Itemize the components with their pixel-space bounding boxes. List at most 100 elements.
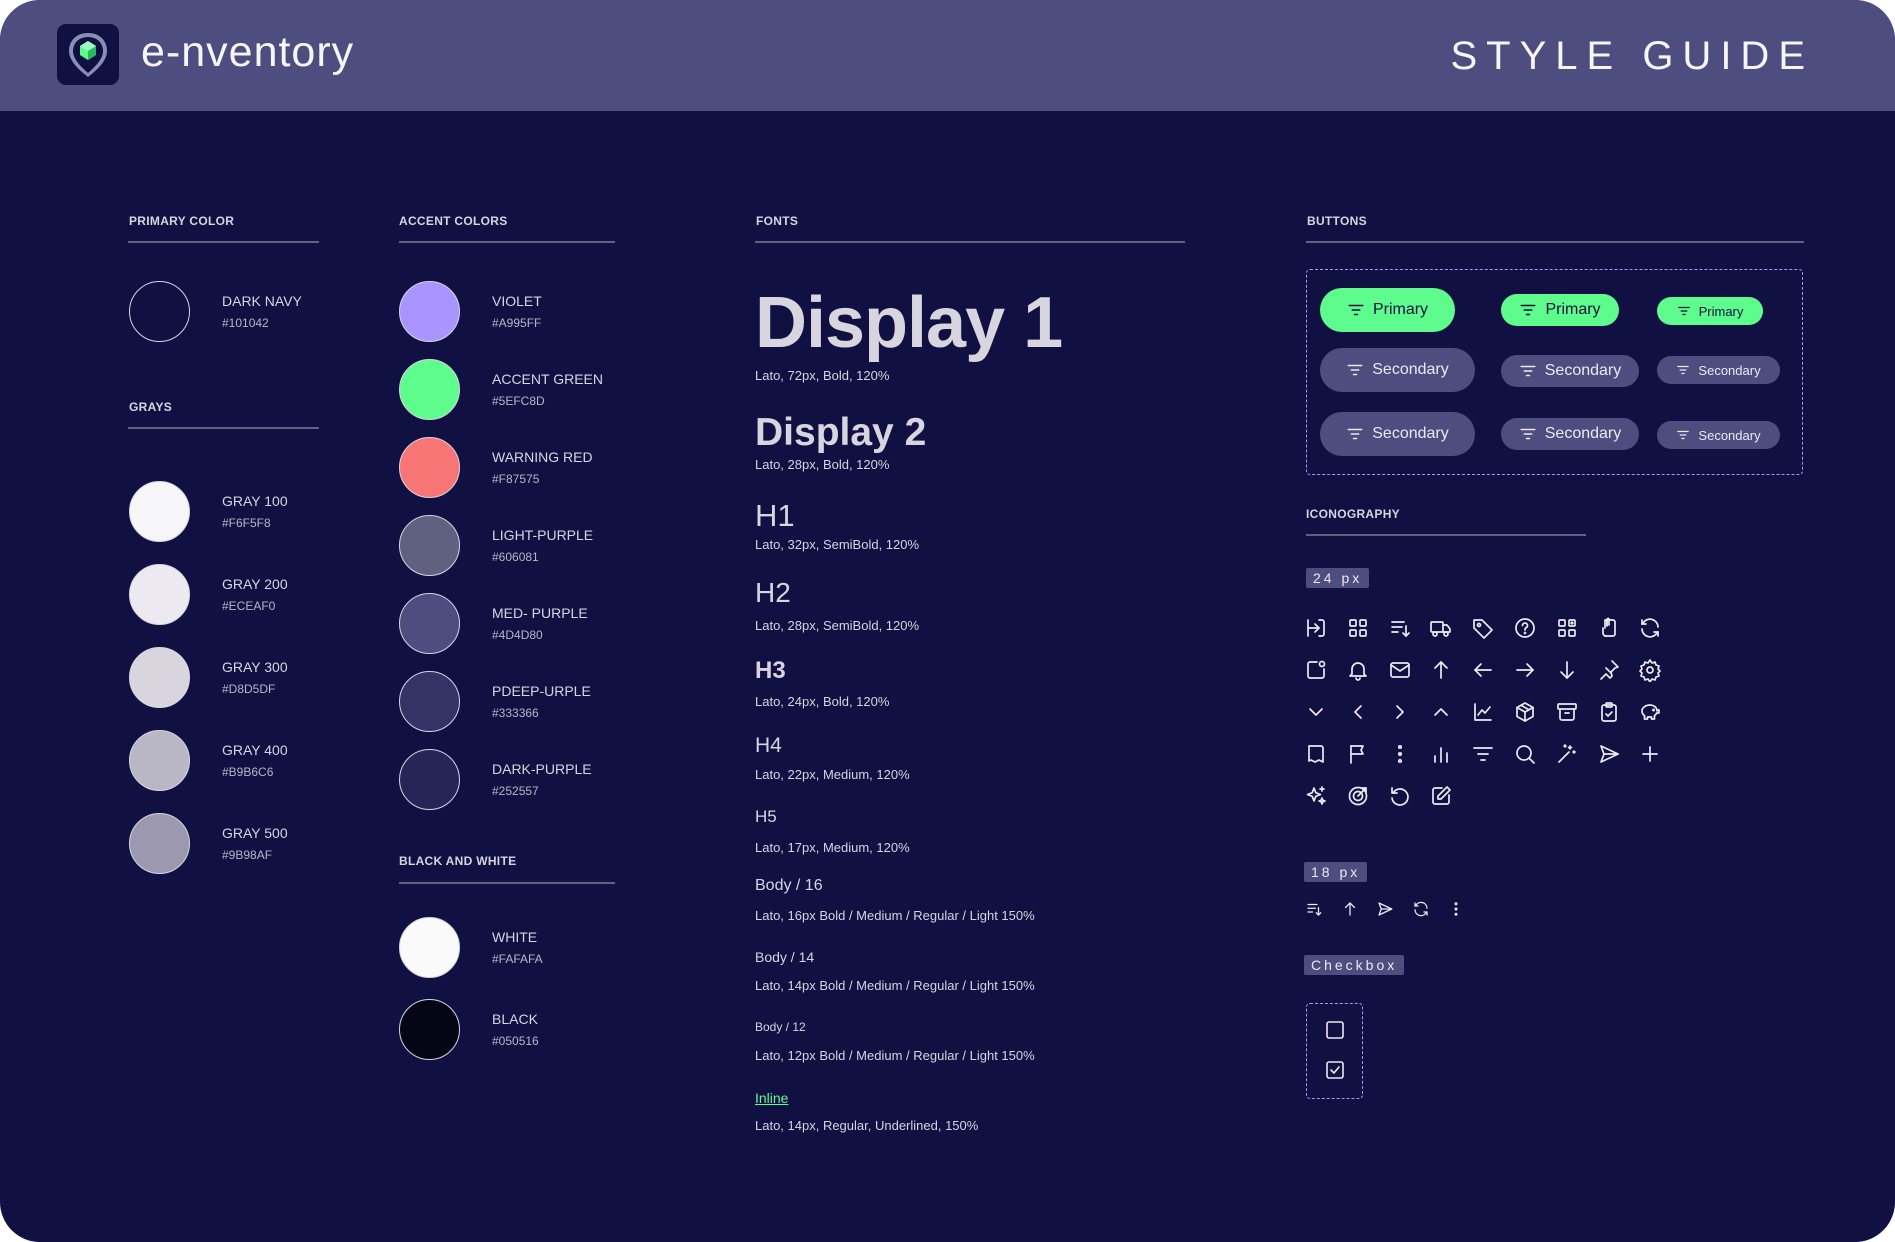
swatch-name: GRAY 500: [222, 825, 288, 841]
arrow-up-icon: [1429, 658, 1453, 682]
sort-list-icon: [1305, 900, 1323, 918]
checkbox-checked[interactable]: [1325, 1060, 1345, 1080]
help-circle-icon: [1513, 616, 1537, 640]
color-swatch: [399, 515, 460, 576]
more-vertical-icon: [1388, 742, 1412, 766]
color-swatch: [399, 359, 460, 420]
filter-icon: [1677, 365, 1690, 375]
grid-icon: [1346, 616, 1370, 640]
font-spec: Lato, 28px, SemiBold, 120%: [755, 618, 920, 633]
font-sample: Body / 14: [755, 949, 815, 965]
section-divider: [128, 241, 319, 243]
arrow-down-icon: [1555, 658, 1579, 682]
chevron-right-icon: [1388, 700, 1412, 724]
tag-icon: [1471, 616, 1495, 640]
font-sample: H2: [755, 577, 791, 608]
logo: [57, 24, 119, 85]
secondary-button[interactable]: Secondary: [1320, 348, 1475, 392]
color-swatch: [399, 917, 460, 978]
button-label: Primary: [1698, 303, 1744, 319]
swatch-hex: #D8D5DF: [222, 682, 276, 696]
swatch-name: GRAY 400: [222, 742, 288, 758]
swatch-hex: #9B98AF: [222, 848, 273, 862]
plus-icon: [1638, 742, 1662, 766]
pin-icon: [1597, 658, 1621, 682]
primary-button[interactable]: Primary: [1501, 294, 1619, 326]
primary-button[interactable]: Primary: [1320, 288, 1455, 332]
button-label: Secondary: [1544, 362, 1622, 379]
swatch-hex: #101042: [222, 316, 269, 330]
checkbox-unchecked[interactable]: [1325, 1020, 1345, 1040]
style-guide-card: e-nventory STYLE GUIDE PRIMARY COLOR DAR…: [0, 0, 1895, 1242]
color-swatch: [399, 437, 460, 498]
swatch-name: GRAY 300: [222, 659, 288, 675]
font-sample: H1: [755, 498, 795, 533]
clipboard-hand-icon: [1597, 616, 1621, 640]
color-swatch: [129, 730, 190, 791]
font-sample: Body / 16: [755, 877, 823, 894]
filter-icon: [1471, 742, 1495, 766]
color-swatch: [129, 281, 190, 342]
swatch-name: LIGHT-PURPLE: [492, 527, 594, 543]
send-icon: [1376, 900, 1394, 918]
color-swatch: [399, 749, 460, 810]
filter-icon: [1520, 365, 1536, 377]
swatch-hex: #050516: [492, 1034, 539, 1048]
target-icon: [1346, 784, 1370, 808]
section-label-iconography: ICONOGRAPHY: [1306, 507, 1400, 521]
swatch-hex: #F87575: [492, 472, 540, 486]
swatch-hex: #F6F5F8: [222, 516, 271, 530]
secondary-button[interactable]: Secondary: [1657, 356, 1780, 384]
swatch-name: VIOLET: [492, 293, 542, 309]
section-label-accent-colors: ACCENT COLORS: [399, 214, 508, 228]
section-label-primary-color: PRIMARY COLOR: [129, 214, 235, 228]
secondary-button[interactable]: Secondary: [1501, 418, 1639, 450]
swatch-name: PDEEP-URPLE: [492, 683, 591, 699]
checkbox-frame: [1306, 1003, 1363, 1099]
swatch-hex: #B9B6C6: [222, 765, 274, 779]
font-sample: H5: [755, 807, 777, 826]
color-swatch: [129, 813, 190, 874]
section-divider: [1306, 241, 1804, 243]
page-title: STYLE GUIDE: [1450, 34, 1814, 78]
magic-wand-icon: [1555, 742, 1579, 766]
button-label: Secondary: [1698, 427, 1761, 443]
more-vertical-icon: [1447, 900, 1465, 918]
primary-button[interactable]: Primary: [1657, 297, 1763, 325]
filter-icon: [1677, 430, 1690, 440]
edit-icon: [1429, 784, 1453, 808]
refresh-icon: [1412, 900, 1430, 918]
button-label: Primary: [1545, 301, 1601, 318]
font-sample: H4: [755, 734, 782, 757]
brand-logo-icon: [69, 33, 107, 77]
swatch-hex: #ECEAF0: [222, 599, 276, 613]
swatch-name: ACCENT GREEN: [492, 371, 603, 387]
mail-icon: [1388, 658, 1412, 682]
arrow-right-icon: [1513, 658, 1537, 682]
secondary-button[interactable]: Secondary: [1657, 421, 1780, 449]
size-chip-18: 18 px: [1304, 862, 1368, 882]
arrow-left-icon: [1471, 658, 1495, 682]
swatch-hex: #FAFAFA: [492, 952, 543, 966]
checkbox-chip: Checkbox: [1304, 955, 1405, 975]
font-spec: Lato, 14px Bold / Medium / Regular / Lig…: [755, 978, 1035, 993]
color-swatch: [399, 999, 460, 1060]
filter-icon: [1347, 364, 1363, 376]
secondary-button[interactable]: Secondary: [1501, 355, 1639, 387]
refresh-icon: [1638, 616, 1662, 640]
filter-icon: [1520, 304, 1536, 316]
size-chip-24: 24 px: [1306, 568, 1370, 588]
clipboard-check-icon: [1597, 700, 1621, 724]
section-divider: [399, 882, 615, 884]
font-spec: Lato, 32px, SemiBold, 120%: [755, 537, 920, 552]
color-swatch: [129, 481, 190, 542]
secondary-button[interactable]: Secondary: [1320, 412, 1475, 456]
color-swatch: [399, 671, 460, 732]
swatch-name: MED- PURPLE: [492, 605, 588, 621]
font-sample[interactable]: Inline: [755, 1090, 788, 1107]
color-swatch: [399, 281, 460, 342]
color-swatch: [399, 593, 460, 654]
undo-icon: [1388, 784, 1412, 808]
font-sample: H3: [755, 657, 786, 684]
filter-icon: [1677, 306, 1690, 316]
